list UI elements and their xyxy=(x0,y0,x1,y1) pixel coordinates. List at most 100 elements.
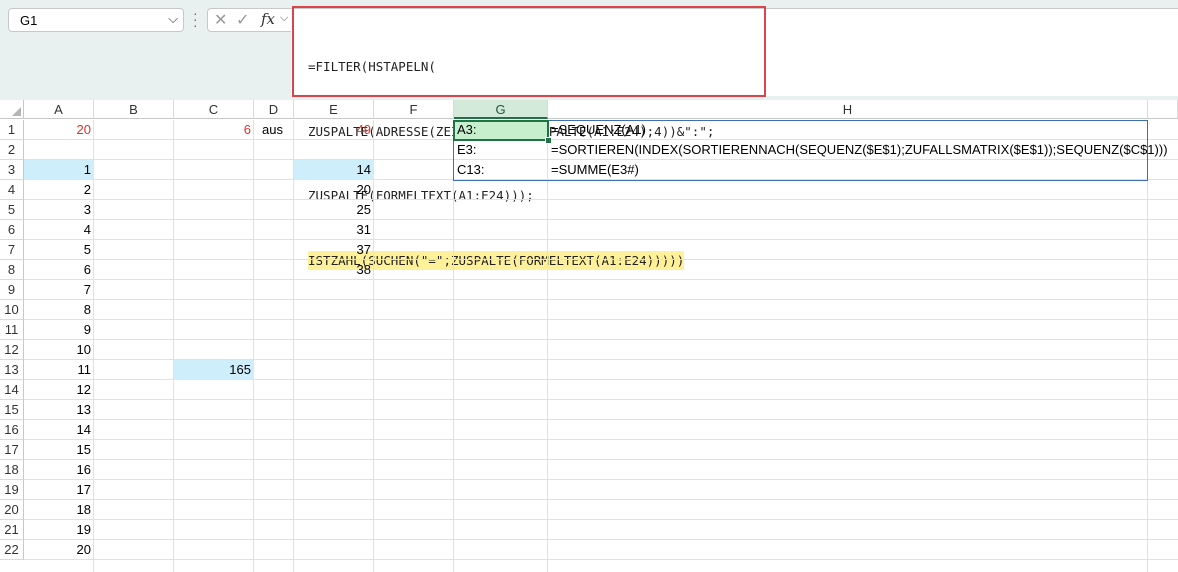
column-header-b[interactable]: B xyxy=(94,100,174,119)
cell-a19[interactable]: 17 xyxy=(24,480,94,500)
cell-h2[interactable]: =SORTIEREN(INDEX(SORTIERENNACH(SEQUENZ($… xyxy=(548,140,1168,160)
cell-a5[interactable]: 3 xyxy=(24,200,94,220)
row-gridline xyxy=(24,439,1178,440)
row-gridline xyxy=(24,519,1178,520)
row-header-14[interactable]: 14 xyxy=(0,380,24,400)
row-header-18[interactable]: 18 xyxy=(0,460,24,480)
cell-a20[interactable]: 18 xyxy=(24,500,94,520)
cell-e6[interactable]: 31 xyxy=(294,220,374,240)
column-header-g[interactable]: G xyxy=(454,100,548,119)
cell-e1[interactable]: 49 xyxy=(294,120,374,140)
row-header-4[interactable]: 4 xyxy=(0,180,24,200)
formula-line-1: =FILTER(HSTAPELN( xyxy=(308,59,436,74)
cell-d1[interactable]: aus xyxy=(254,120,294,140)
column-header-f[interactable]: F xyxy=(374,100,454,119)
cell-a14[interactable]: 12 xyxy=(24,380,94,400)
cell-a10[interactable]: 8 xyxy=(24,300,94,320)
row-gridline xyxy=(24,479,1178,480)
chevron-down-icon[interactable]: ⌵ xyxy=(280,12,288,25)
row-header-20[interactable]: 20 xyxy=(0,500,24,520)
name-box[interactable]: G1 ⌵ xyxy=(8,8,184,32)
cell-e4[interactable]: 20 xyxy=(294,180,374,200)
row-gridline xyxy=(24,259,1178,260)
row-gridline xyxy=(24,219,1178,220)
cell-h3[interactable]: =SUMME(E3#) xyxy=(548,160,1148,180)
row-header-10[interactable]: 10 xyxy=(0,300,24,320)
cell-a13[interactable]: 11 xyxy=(24,360,94,380)
row-header-21[interactable]: 21 xyxy=(0,520,24,540)
cell-e7[interactable]: 37 xyxy=(294,240,374,260)
check-icon[interactable]: ✓ xyxy=(236,10,249,30)
row-header-15[interactable]: 15 xyxy=(0,400,24,420)
row-header-19[interactable]: 19 xyxy=(0,480,24,500)
row-header-2[interactable]: 2 xyxy=(0,140,24,160)
row-header-8[interactable]: 8 xyxy=(0,260,24,280)
cell-a12[interactable]: 10 xyxy=(24,340,94,360)
row-gridline xyxy=(24,559,1178,560)
row-gridline xyxy=(24,499,1178,500)
cell-a6[interactable]: 4 xyxy=(24,220,94,240)
row-header-6[interactable]: 6 xyxy=(0,220,24,240)
row-gridline xyxy=(24,459,1178,460)
row-gridline xyxy=(24,539,1178,540)
row-gridline xyxy=(24,399,1178,400)
column-header-next[interactable] xyxy=(1148,100,1178,119)
select-all-button[interactable] xyxy=(0,100,24,119)
cell-a8[interactable]: 6 xyxy=(24,260,94,280)
cell-g3[interactable]: C13: xyxy=(454,160,548,180)
row-header-17[interactable]: 17 xyxy=(0,440,24,460)
column-header-c[interactable]: C xyxy=(174,100,254,119)
cancel-icon[interactable]: ✕ xyxy=(214,10,227,30)
column-headers: A B C D E F G H xyxy=(0,100,1178,120)
row-gridline xyxy=(24,279,1178,280)
cell-c1[interactable]: 6 xyxy=(174,120,254,140)
cell-a22[interactable]: 20 xyxy=(24,540,94,560)
cell-a18[interactable]: 16 xyxy=(24,460,94,480)
cell-a7[interactable]: 5 xyxy=(24,240,94,260)
row-header-16[interactable]: 16 xyxy=(0,420,24,440)
row-gridline xyxy=(24,419,1178,420)
row-gridline xyxy=(24,319,1178,320)
row-header-12[interactable]: 12 xyxy=(0,340,24,360)
row-gridline xyxy=(24,199,1178,200)
more-options-icon[interactable]: · · · xyxy=(193,6,198,32)
formula-input[interactable]: =FILTER(HSTAPELN( ZUSPALTE(ADRESSE(ZEILE… xyxy=(291,8,1178,270)
column-header-h[interactable]: H xyxy=(548,100,1148,119)
row-header-11[interactable]: 11 xyxy=(0,320,24,340)
name-box-value[interactable]: G1 xyxy=(17,13,37,28)
cell-a16[interactable]: 14 xyxy=(24,420,94,440)
row-gridline xyxy=(24,339,1178,340)
column-header-a[interactable]: A xyxy=(24,100,94,119)
row-header-3[interactable]: 3 xyxy=(0,160,24,180)
chevron-down-icon[interactable]: ⌵ xyxy=(168,11,178,27)
cell-a1[interactable]: 20 xyxy=(24,120,94,140)
insert-function-icon[interactable]: fx xyxy=(261,10,275,28)
cell-c13[interactable]: 165 xyxy=(174,360,254,380)
cell-a17[interactable]: 15 xyxy=(24,440,94,460)
cell-a4[interactable]: 2 xyxy=(24,180,94,200)
row-header-7[interactable]: 7 xyxy=(0,240,24,260)
column-header-e[interactable]: E xyxy=(294,100,374,119)
cell-e8[interactable]: 38 xyxy=(294,260,374,280)
cell-a9[interactable]: 7 xyxy=(24,280,94,300)
cell-e3[interactable]: 14 xyxy=(294,160,374,180)
cell-e5[interactable]: 25 xyxy=(294,200,374,220)
formula-bar-region: G1 ⌵ · · · ✕ ✓ fx ⌵ =FILTER(HSTAPELN( ZUSP… xyxy=(0,0,1178,270)
row-gridline xyxy=(24,299,1178,300)
fill-handle[interactable] xyxy=(545,137,552,144)
row-header-1[interactable]: 1 xyxy=(0,120,24,140)
column-header-d[interactable]: D xyxy=(254,100,294,119)
row-header-13[interactable]: 13 xyxy=(0,360,24,380)
row-header-9[interactable]: 9 xyxy=(0,280,24,300)
cell-g2[interactable]: E3: xyxy=(454,140,548,160)
row-header-22[interactable]: 22 xyxy=(0,540,24,560)
cell-a21[interactable]: 19 xyxy=(24,520,94,540)
cell-a3[interactable]: 1 xyxy=(24,160,94,180)
cell-h1[interactable]: =SEQUENZ(A1) xyxy=(548,120,1148,140)
cell-a15[interactable]: 13 xyxy=(24,400,94,420)
formula-bar-controls: ✕ ✓ fx ⌵ xyxy=(207,8,291,32)
cell-a11[interactable]: 9 xyxy=(24,320,94,340)
cell-g1[interactable]: A3: xyxy=(454,120,548,140)
row-gridline xyxy=(24,239,1178,240)
row-header-5[interactable]: 5 xyxy=(0,200,24,220)
